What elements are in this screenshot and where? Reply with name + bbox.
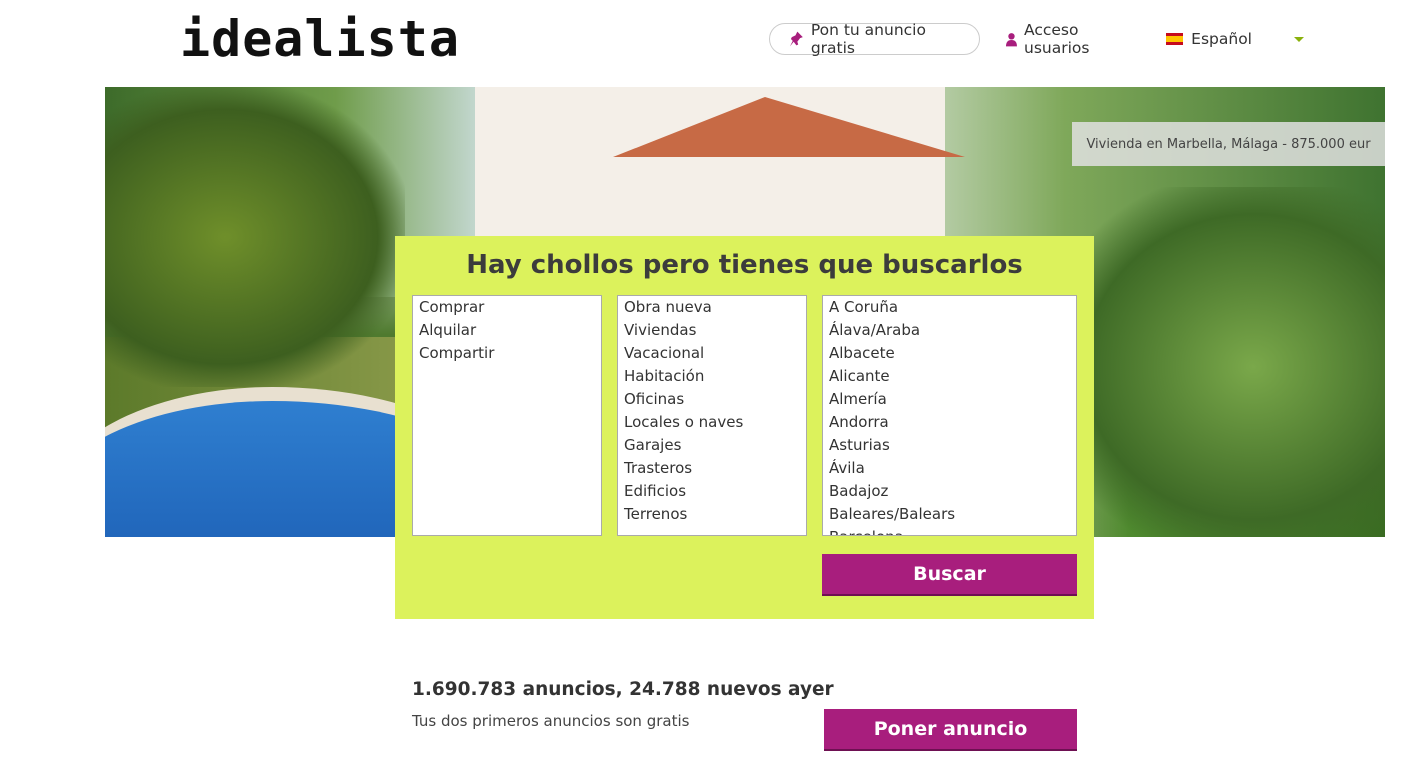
property-type-option[interactable]: Edificios — [618, 480, 806, 503]
spain-flag-icon — [1166, 33, 1184, 45]
hero-plants-left — [105, 87, 405, 387]
pin-icon — [790, 31, 803, 47]
operation-option[interactable]: Alquilar — [413, 319, 601, 342]
property-type-option[interactable]: Vacacional — [618, 342, 806, 365]
property-type-option[interactable]: Oficinas — [618, 388, 806, 411]
operation-option[interactable]: Comprar — [413, 296, 601, 319]
property-type-select[interactable]: Obra nueva Viviendas Vacacional Habitación O… — [617, 295, 807, 536]
operation-select[interactable]: Comprar Alquilar Compartir — [412, 295, 602, 536]
login-link[interactable]: Acceso usuarios — [1006, 21, 1138, 57]
location-option[interactable]: A Coruña — [823, 296, 1076, 319]
location-option[interactable]: Asturias — [823, 434, 1076, 457]
listing-stats: 1.690.783 anuncios, 24.788 nuevos ayer — [412, 679, 834, 700]
language-label: Español — [1191, 30, 1252, 48]
idealista-logo[interactable]: idealista — [180, 14, 460, 64]
location-option[interactable]: Badajoz — [823, 480, 1076, 503]
location-option[interactable]: Baleares/Balears — [823, 503, 1076, 526]
free-ads-note: Tus dos primeros anuncios son gratis — [412, 712, 690, 730]
login-label: Acceso usuarios — [1024, 21, 1090, 57]
location-select[interactable]: A Coruña Álava/Araba Albacete Alicante Almer… — [822, 295, 1077, 536]
property-type-option[interactable]: Locales o naves — [618, 411, 806, 434]
language-selector[interactable]: Español — [1166, 30, 1304, 48]
search-heading: Hay chollos pero tienes que buscarlos — [466, 250, 1023, 280]
location-option[interactable]: Ávila — [823, 457, 1076, 480]
location-option[interactable]: Alicante — [823, 365, 1076, 388]
hero-caption[interactable]: Vivienda en Marbella, Málaga - 875.000 e… — [1072, 122, 1385, 166]
property-type-option[interactable]: Viviendas — [618, 319, 806, 342]
property-type-option[interactable]: Garajes — [618, 434, 806, 457]
operation-option[interactable]: Compartir — [413, 342, 601, 365]
post-ad-cta-button[interactable]: Poner anuncio — [824, 709, 1077, 751]
location-option[interactable]: Almería — [823, 388, 1076, 411]
location-option[interactable]: Barcelona — [823, 526, 1076, 535]
post-ad-button[interactable]: Pon tu anuncio gratis — [769, 21, 981, 57]
search-panel: Hay chollos pero tienes que buscarlos Co… — [395, 236, 1094, 619]
hero-plants-right — [1055, 187, 1385, 537]
property-type-option[interactable]: Trasteros — [618, 457, 806, 480]
chevron-down-icon — [1294, 36, 1304, 42]
location-option[interactable]: Álava/Araba — [823, 319, 1076, 342]
search-button[interactable]: Buscar — [822, 554, 1077, 596]
post-ad-label: Pon tu anuncio gratis — [810, 21, 926, 57]
location-option[interactable]: Albacete — [823, 342, 1076, 365]
top-navigation: Pon tu anuncio gratis Acceso usuarios Es… — [769, 21, 1304, 57]
property-type-option[interactable]: Habitación — [618, 365, 806, 388]
user-icon — [1006, 32, 1018, 46]
property-type-option[interactable]: Obra nueva — [618, 296, 806, 319]
property-type-option[interactable]: Terrenos — [618, 503, 806, 526]
location-option[interactable]: Andorra — [823, 411, 1076, 434]
